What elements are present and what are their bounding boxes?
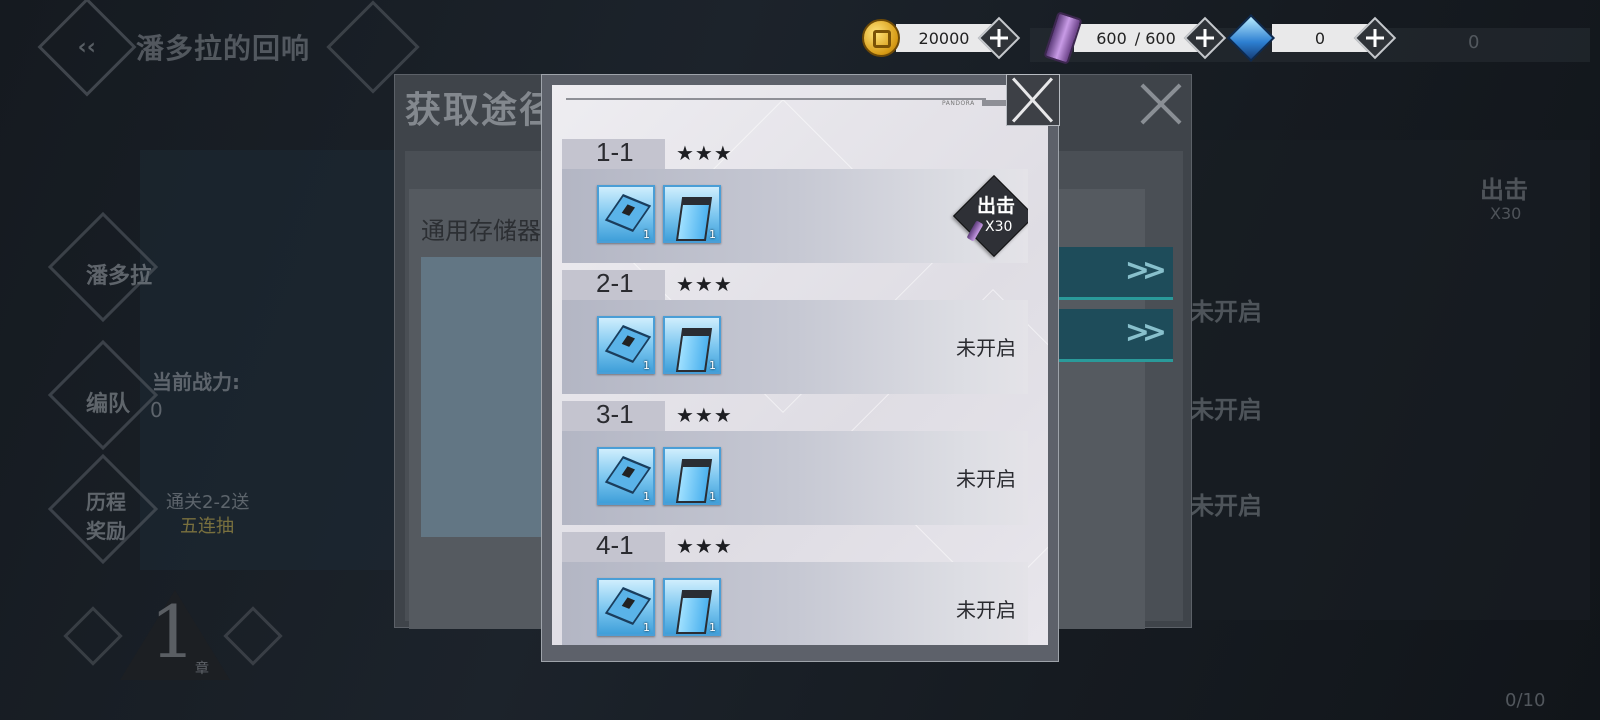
sortie-cost: X30 [985,219,1013,235]
star-rating: ★★★ [676,403,733,427]
chip-icon[interactable]: 1 [597,578,655,636]
star-rating: ★★★ [676,141,733,165]
chapter-number: 1 [150,590,196,674]
stage-source-modal: PANDORA 1-1 ★★★ 1 1 出击 X30 2-1 ★★★ 1 1 未… [541,74,1060,662]
power-value: 0 [150,398,163,422]
stamina-max: / 600 [1134,28,1176,48]
item-count: 1 [709,359,716,372]
storage-box-icon[interactable]: 1 [663,447,721,505]
dialog-title: 获取途径 [405,90,558,131]
bg-sortie-label: 出击 [1480,176,1528,204]
sortie-button[interactable]: 出击 X30 [952,174,1028,258]
star-rating: ★★★ [676,534,733,558]
gem-icon [1226,13,1276,63]
rewards-highlight: 五连抽 [180,516,234,537]
stage-list[interactable]: 1-1 ★★★ 1 1 出击 X30 2-1 ★★★ 1 1 未开启 3-1 ★… [562,139,1028,645]
stage-name: 2-1 [596,268,634,298]
close-icon[interactable] [1139,81,1183,125]
chip-icon[interactable]: 1 [597,316,655,374]
stage-row: 3-1 ★★★ 1 1 未开启 [562,399,1028,525]
stage-row: 1-1 ★★★ 1 1 出击 X30 [562,139,1028,263]
stage-row: 2-1 ★★★ 1 1 未开启 [562,268,1028,394]
storage-box-icon[interactable]: 1 [663,578,721,636]
star-rating: ★★★ [676,272,733,296]
chip-icon[interactable]: 1 [597,447,655,505]
item-count: 1 [643,621,650,634]
bg-counter: 0 [1468,32,1480,53]
rewards-hint: 通关2-2送 [166,492,250,513]
stamina-current: 600 [1096,28,1127,48]
item-count: 1 [709,621,716,634]
item-count: 1 [709,490,716,503]
menu-rewards-label: 历程奖励 [86,490,126,543]
storage-box-icon[interactable]: 1 [663,185,721,243]
stamina-pill: 600 / 600 [1074,24,1198,52]
item-preview [421,257,541,537]
bg-row-status: 未开启 [1190,396,1262,424]
stage-name: 3-1 [596,399,634,429]
locked-status: 未开启 [956,467,1016,491]
stage-drops: 1 1 出击 X30 [562,169,1028,263]
progress-counter: 0/10 [1505,690,1546,711]
close-icon[interactable] [1006,74,1060,126]
item-count: 1 [643,490,650,503]
item-count: 1 [709,228,716,241]
stage-drops: 1 1 未开启 [562,300,1028,394]
bg-row-status: 未开启 [1190,492,1262,520]
stamina-resource: 600 / 600 [1043,11,1227,65]
bg-row-status: 未开启 [1190,298,1262,326]
brand-text: PANDORA [942,100,975,107]
double-chevron-icon: >> [1124,253,1167,288]
chip-icon[interactable]: 1 [597,185,655,243]
storage-box-icon[interactable]: 1 [663,316,721,374]
double-chevron-icon: >> [1124,315,1167,350]
item-count: 1 [643,359,650,372]
event-title: 潘多拉的回响 [136,32,311,65]
item-count: 1 [643,228,650,241]
item-name: 通用存储器 [421,217,541,245]
gold-coin-icon [862,19,900,57]
power-label: 当前战力: [152,370,240,394]
menu-team-label: 编队 [86,392,131,417]
event-header: ‹‹ 潘多拉的回响 [37,0,352,97]
stage-drops: 1 1 未开启 [562,562,1028,645]
bg-sortie-cost: X30 [1490,204,1522,223]
sortie-label: 出击 [976,195,1015,217]
back-icon[interactable]: ‹‹ [37,0,137,97]
modal-body: PANDORA 1-1 ★★★ 1 1 出击 X30 2-1 ★★★ 1 1 未… [552,85,1048,645]
gold-resource: 20000 [862,16,1021,60]
locked-status: 未开启 [956,598,1016,622]
stage-name: 1-1 [596,139,634,167]
stage-name: 4-1 [596,530,634,560]
gem-resource: 0 [1226,13,1397,63]
background-stage-list [1150,140,1590,620]
locked-status: 未开启 [956,336,1016,360]
stage-drops: 1 1 未开启 [562,431,1028,525]
menu-pandora[interactable]: 潘多拉 [47,211,206,323]
stage-row: 4-1 ★★★ 1 1 未开启 [562,530,1028,645]
header-divider [566,98,986,100]
chapter-suffix: 章 [195,661,209,677]
menu-pandora-label: 潘多拉 [86,264,153,289]
